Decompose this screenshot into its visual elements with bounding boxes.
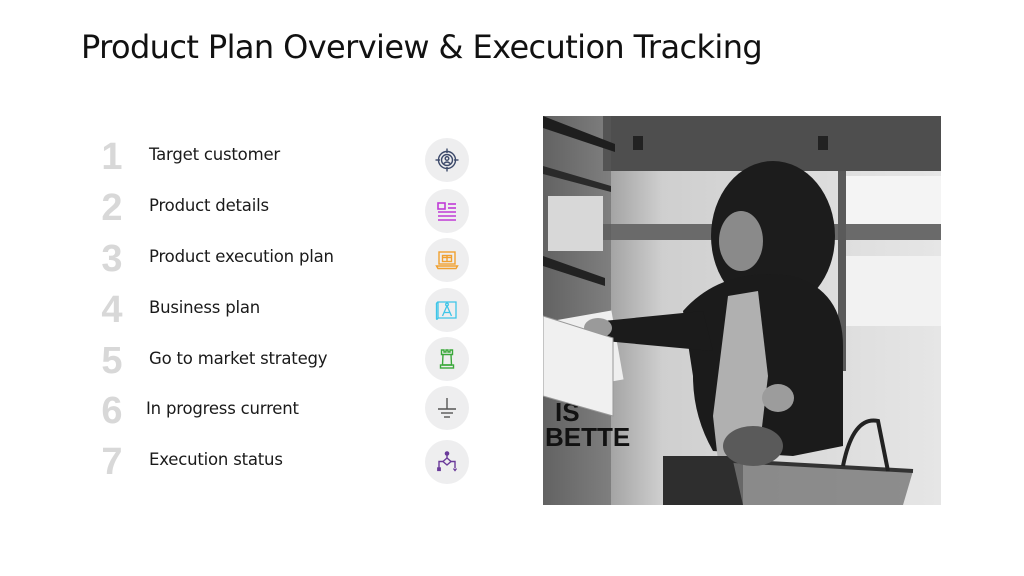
icon-badge (425, 189, 469, 233)
icon-badge (425, 337, 469, 381)
list-item: 1 Target customer (0, 135, 520, 185)
item-label: Go to market strategy (149, 349, 328, 368)
list-item: 4 Business plan (0, 288, 520, 338)
list-item: 7 Execution status (0, 440, 520, 490)
item-label: Target customer (149, 145, 280, 164)
chess-rook-icon (439, 349, 455, 369)
flowchart-icon (437, 451, 458, 472)
item-number: 2 (101, 187, 123, 229)
item-label: Execution status (149, 450, 283, 469)
document-list-icon (437, 202, 456, 221)
icon-badge (425, 386, 469, 430)
blueprint-compass-icon (435, 301, 457, 320)
icon-badge (425, 138, 469, 182)
item-label: Product details (149, 196, 269, 215)
item-number: 5 (101, 340, 123, 382)
item-number: 6 (101, 390, 123, 432)
list-item: 2 Product details (0, 186, 520, 236)
item-number: 7 (101, 441, 123, 483)
page-title: Product Plan Overview & Execution Tracki… (81, 28, 763, 66)
item-number: 3 (101, 238, 123, 280)
icon-badge (425, 288, 469, 332)
item-number: 4 (101, 289, 123, 331)
item-number: 1 (101, 136, 123, 178)
icon-badge (425, 238, 469, 282)
shopper-photo: BETTE IS (543, 116, 941, 505)
ground-icon (438, 398, 456, 418)
list-item: 5 Go to market strategy (0, 337, 520, 389)
list-item: 6 In progress current (0, 386, 520, 439)
list-item: 3 Product execution plan (0, 237, 520, 287)
laptop-box-icon (435, 251, 459, 270)
icon-badge (425, 440, 469, 484)
photo-illustration: BETTE IS (543, 116, 941, 505)
target-customer-icon (435, 148, 459, 172)
item-label: Business plan (149, 298, 261, 317)
item-label: In progress current (146, 399, 299, 418)
item-label: Product execution plan (149, 247, 334, 266)
